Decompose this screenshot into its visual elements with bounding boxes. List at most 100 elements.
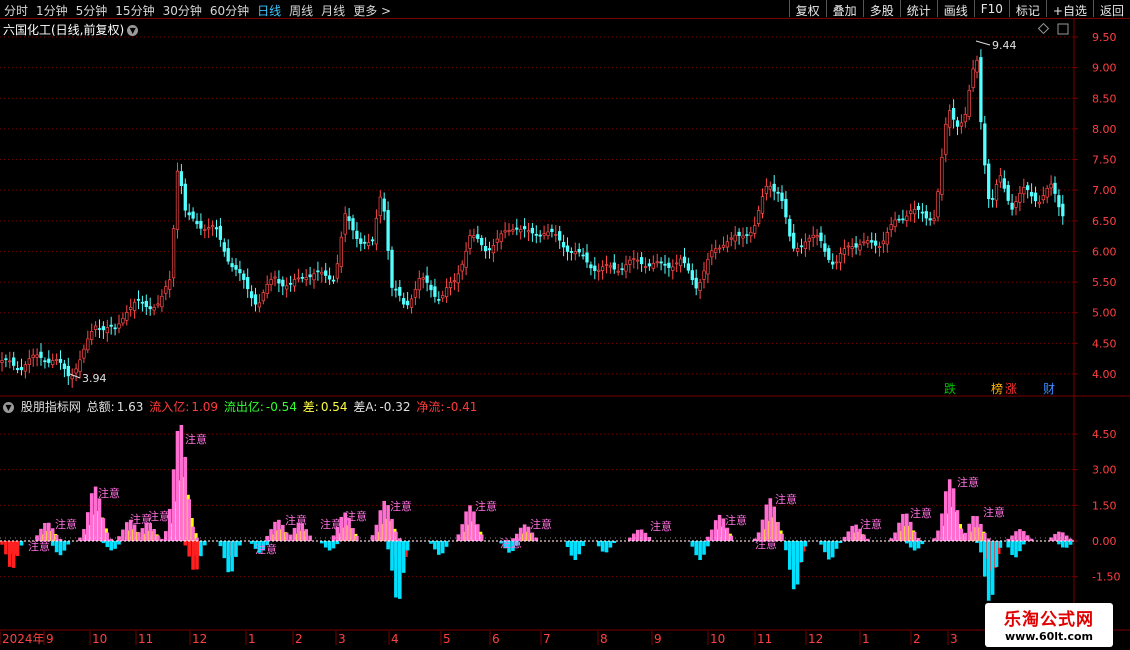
candle-body: [585, 252, 589, 263]
candle-body: [320, 271, 324, 275]
candle-body: [51, 360, 55, 365]
candle-body: [846, 245, 850, 248]
candle-body: [363, 241, 367, 244]
outflow-bar: [565, 541, 570, 548]
candle-body: [218, 225, 223, 240]
time-axis-label: 8: [600, 632, 608, 646]
outflow-bar: [405, 541, 410, 551]
kline-chart[interactable]: 9.50 9.00 8.50 8.00 7.50 7.00 6.50 6.00 5.50 5.00…: [0, 0, 1130, 650]
candle-body: [717, 247, 722, 250]
time-axis-label: 10: [92, 632, 107, 646]
inflow-bar: [983, 533, 987, 541]
candle-body: [27, 358, 31, 365]
candle-body: [979, 57, 983, 123]
candle-body: [749, 231, 753, 237]
candle-body: [93, 325, 98, 331]
diamond-icon: [1037, 22, 1050, 35]
candle-body: [300, 276, 304, 279]
annotation-label: 注意: [55, 517, 77, 531]
candle-body: [1002, 178, 1006, 189]
price-tick-label: 4.50: [1092, 337, 1117, 350]
candle-body: [1022, 186, 1026, 195]
candle-body: [117, 323, 121, 329]
candle-body: [655, 261, 659, 264]
outflow-bar: [386, 541, 390, 550]
indicator-tick-label: -1.50: [1092, 571, 1120, 584]
candle-body: [550, 228, 554, 232]
candle-body: [714, 248, 718, 253]
inflow-bar: [947, 479, 952, 541]
candle-body: [784, 198, 788, 218]
candle-body: [1057, 195, 1061, 208]
indicator-tick-label: 1.50: [1092, 499, 1117, 512]
candle-body: [698, 281, 702, 291]
outflow-bar: [433, 541, 437, 550]
inflow-bar: [725, 527, 730, 541]
candle-body: [460, 263, 464, 272]
candle-body: [238, 269, 242, 274]
inflow-bar: [121, 529, 125, 541]
annotation-label: 注意: [860, 517, 882, 531]
time-axis-label: 2024年: [2, 632, 45, 646]
outflow-bar: [218, 541, 223, 547]
inflow-bar: [472, 511, 476, 541]
candle-body: [257, 302, 262, 308]
watermark-title: 乐淘公式网: [1004, 610, 1094, 630]
candle-body: [8, 360, 12, 363]
candle-body: [58, 358, 63, 363]
candle-body: [113, 327, 117, 330]
candle-body: [324, 270, 328, 276]
candle-body: [811, 234, 815, 239]
candle-body: [702, 270, 706, 280]
inflow-bar: [963, 532, 968, 541]
candle-body: [292, 279, 297, 287]
candle-body: [873, 240, 878, 246]
candle-body: [35, 354, 39, 358]
candle-body: [593, 265, 597, 272]
candle-body: [636, 259, 640, 262]
candle-body: [788, 218, 792, 237]
outflow-bar: [323, 541, 328, 548]
candle-body: [1014, 201, 1018, 208]
annotation-label: 注意: [28, 539, 50, 553]
time-axis-label: 11: [757, 632, 772, 646]
candle-body: [308, 274, 312, 278]
candle-body: [382, 198, 386, 212]
candle-body: [858, 244, 862, 251]
candle-body: [417, 278, 421, 291]
candle-body: [78, 359, 82, 372]
candle-body: [394, 288, 398, 291]
time-axis-label: 3: [950, 632, 958, 646]
price-tick-label: 6.50: [1092, 215, 1117, 228]
outflow-bar: [573, 541, 578, 560]
candle-body: [1006, 184, 1010, 201]
candle-body: [628, 259, 632, 265]
candle-body: [374, 217, 379, 245]
candle-body: [296, 277, 301, 280]
candle-body: [690, 270, 694, 281]
candle-body: [522, 226, 527, 230]
candle-body: [499, 233, 503, 243]
candle-body: [987, 163, 991, 199]
candle-body: [261, 292, 265, 302]
candle-body: [1026, 185, 1030, 191]
candle-body: [207, 227, 211, 230]
candle-body: [534, 234, 538, 236]
inflow-bar: [97, 498, 102, 541]
candle-body: [971, 68, 975, 88]
candle-body: [678, 258, 683, 267]
inflow-bar: [292, 527, 297, 541]
outflow-bar: [11, 541, 16, 568]
annotation-label: 注意: [650, 519, 672, 533]
candle-body: [507, 230, 511, 232]
inflow-bar: [82, 529, 86, 541]
candle-body: [316, 270, 320, 273]
inflow-bar: [86, 512, 90, 541]
outflow-bar: [1064, 541, 1069, 548]
candle-body: [624, 264, 628, 272]
outflow-bar: [401, 541, 406, 573]
candle-body: [912, 209, 917, 215]
inflow-bar: [522, 524, 527, 541]
time-axis-label: 1: [248, 632, 256, 646]
annotation-label: 注意: [475, 499, 497, 513]
